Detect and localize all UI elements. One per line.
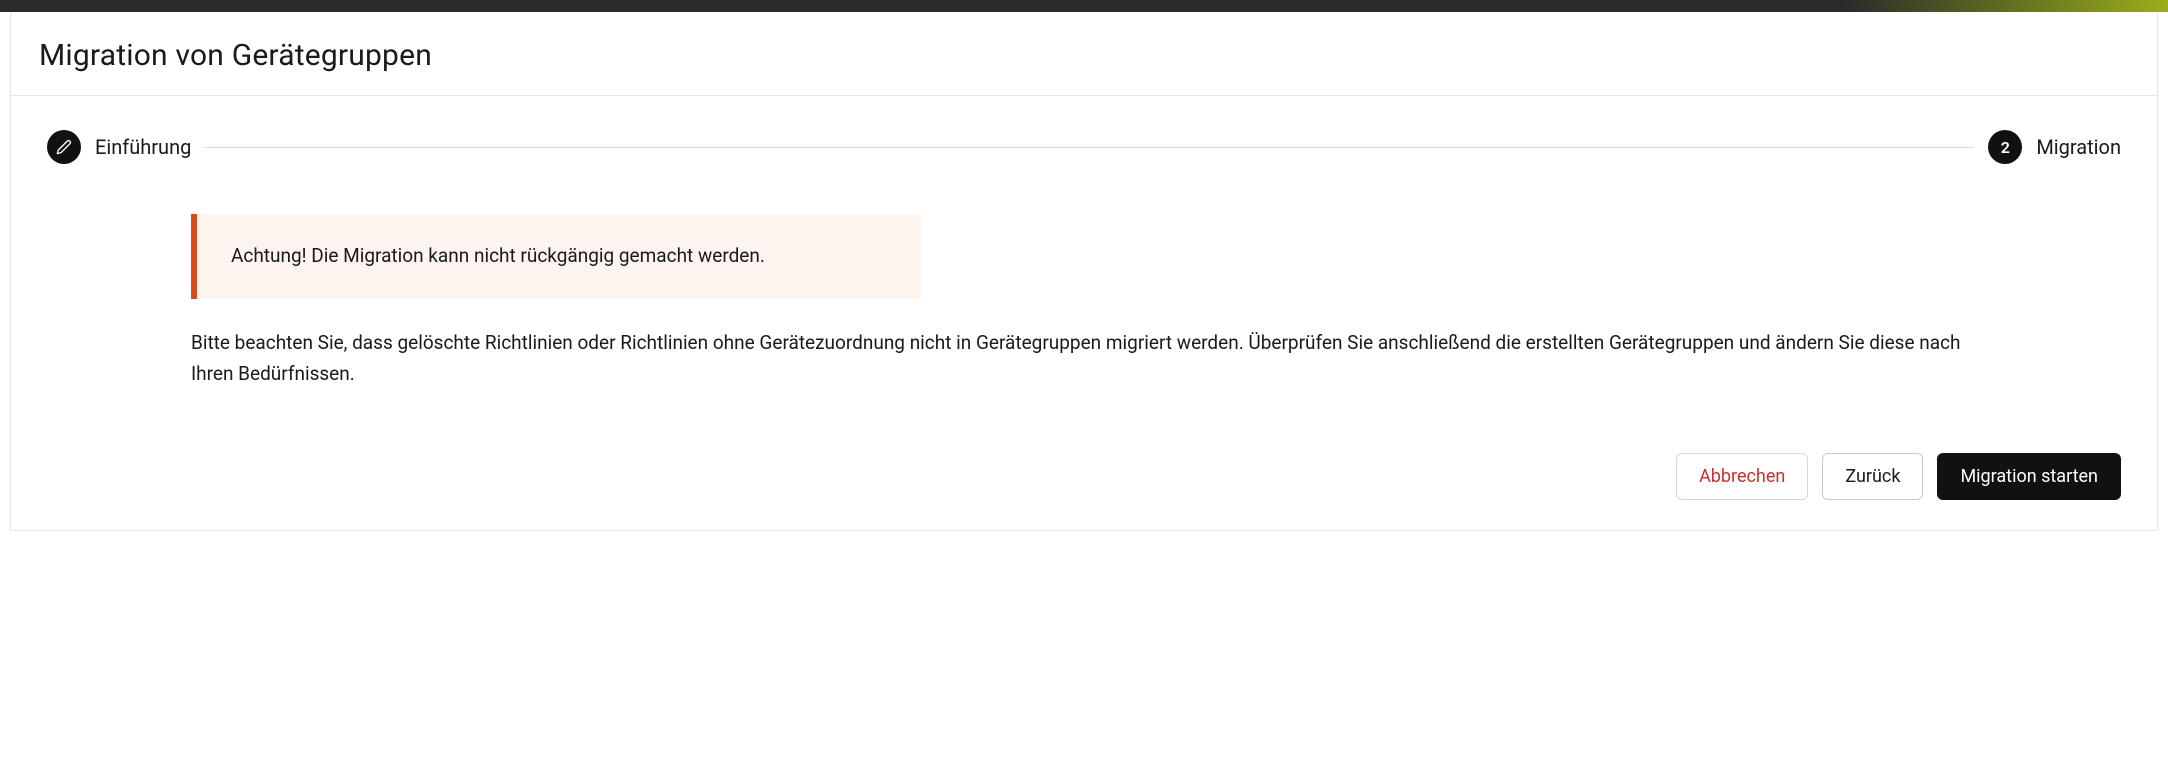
warning-alert-text: Achtung! Die Migration kann nicht rückgä… [231, 244, 765, 267]
cancel-button[interactable]: Abbrechen [1676, 453, 1808, 500]
dialog-panel: Migration von Gerätegruppen Einführung 2… [10, 12, 2158, 531]
dialog-footer: Abbrechen Zurück Migration starten [11, 429, 2157, 530]
dialog-header: Migration von Gerätegruppen [11, 12, 2157, 96]
page-title: Migration von Gerätegruppen [39, 38, 2129, 73]
start-migration-button[interactable]: Migration starten [1937, 453, 2121, 500]
step-number-badge: 2 [1988, 130, 2022, 164]
step-migration[interactable]: 2 Migration [1988, 130, 2121, 164]
step-introduction-label: Einführung [95, 135, 191, 159]
step-migration-label: Migration [2036, 135, 2121, 159]
wizard-steps: Einführung 2 Migration [11, 96, 2157, 190]
dialog-content: Achtung! Die Migration kann nicht rückgä… [11, 190, 2157, 429]
step-introduction[interactable]: Einführung [47, 130, 191, 164]
step-separator [205, 147, 1974, 148]
warning-alert: Achtung! Die Migration kann nicht rückgä… [191, 214, 921, 299]
top-accent-bar [0, 0, 2168, 12]
back-button[interactable]: Zurück [1822, 453, 1923, 500]
description-text: Bitte beachten Sie, dass gelöschte Richt… [191, 327, 1977, 390]
pencil-icon [47, 130, 81, 164]
